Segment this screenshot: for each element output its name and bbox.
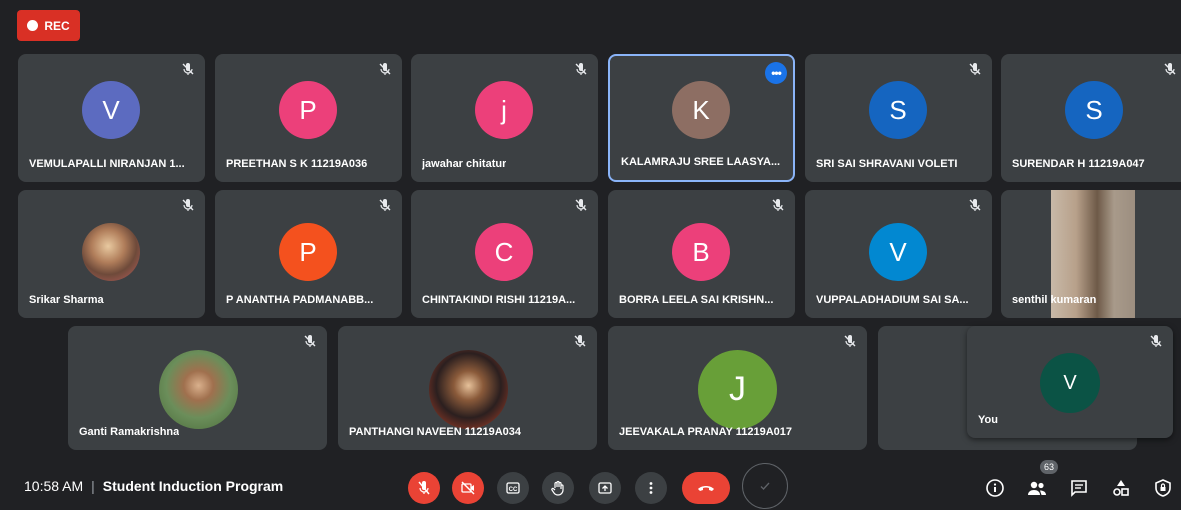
participant-tile[interactable]: S SRI SAI SHRAVANI VOLETI [805, 54, 992, 182]
mic-off-icon [571, 332, 589, 350]
participant-tile[interactable]: j jawahar chitatur [411, 54, 598, 182]
record-dot-icon [27, 20, 39, 31]
more-options-icon[interactable]: ••• [765, 62, 787, 84]
participant-name: SRI SAI SHRAVANI VOLETI [816, 158, 958, 170]
participant-tile[interactable]: S SURENDAR H 11219A047 [1001, 54, 1181, 182]
participant-photo [82, 223, 140, 281]
participant-name: PREETHAN S K 11219A036 [226, 158, 368, 170]
participant-name: CHINTAKINDI RISHI 11219A... [422, 294, 576, 306]
meeting-info: 10:58 AM | Student Induction Program [24, 478, 283, 494]
avatar: P [279, 81, 337, 139]
participant-name: senthil kumaran [1012, 294, 1097, 306]
mic-off-icon [841, 332, 859, 350]
participant-tile[interactable]: Ganti Ramakrishna [68, 326, 327, 450]
present-screen-button[interactable] [589, 472, 621, 504]
participant-name: PANTHANGI NAVEEN 11219A034 [349, 426, 521, 438]
check-icon [760, 482, 770, 490]
bottom-control-bar: 10:58 AM | Student Induction Program CC 63 [0, 458, 1181, 510]
info-icon [986, 479, 1004, 497]
captions-button[interactable]: CC [497, 472, 529, 504]
more-vert-icon [649, 482, 653, 494]
people-icon [1028, 481, 1046, 495]
participant-tile-video[interactable]: senthil kumaran [1001, 190, 1181, 318]
hang-up-icon [698, 486, 714, 491]
recording-indicator: REC [17, 10, 80, 41]
people-count-badge: 63 [1040, 460, 1058, 474]
avatar: P [279, 223, 337, 281]
activity-check-button[interactable] [742, 463, 788, 509]
participant-tile[interactable]: C CHINTAKINDI RISHI 11219A... [411, 190, 598, 318]
mic-off-icon [376, 60, 394, 78]
mic-off-icon [376, 196, 394, 214]
raise-hand-button[interactable] [542, 472, 574, 504]
avatar: S [1065, 81, 1123, 139]
host-controls-icon [1155, 479, 1171, 497]
camera-off-icon [461, 481, 475, 495]
avatar: V [869, 223, 927, 281]
avatar: V [82, 81, 140, 139]
mic-off-icon [769, 196, 787, 214]
mic-off-icon [418, 481, 430, 495]
mic-off-icon [966, 196, 984, 214]
host-controls-button[interactable] [1150, 475, 1176, 501]
participant-tile[interactable]: V VUPPALADHADIUM SAI SA... [805, 190, 992, 318]
participant-tile[interactable]: V VEMULAPALLI NIRANJAN 1... [18, 54, 205, 182]
mic-toggle-button[interactable] [408, 472, 440, 504]
participant-name: jawahar chitatur [422, 158, 507, 170]
mic-off-icon [179, 196, 197, 214]
participant-name: P ANANTHA PADMANABB... [226, 294, 374, 306]
avatar: K [672, 81, 730, 139]
participant-name: BORRA LEELA SAI KRISHN... [619, 294, 774, 306]
more-options-button[interactable] [635, 472, 667, 504]
participant-photo [159, 350, 238, 429]
participant-photo [429, 350, 508, 429]
participant-name: VEMULAPALLI NIRANJAN 1... [29, 158, 185, 170]
participant-name: Srikar Sharma [29, 294, 104, 306]
participant-tile[interactable]: J JEEVAKALA PRANAY 11219A017 [608, 326, 867, 450]
activities-button[interactable] [1108, 475, 1134, 501]
participant-tile[interactable]: PANTHANGI NAVEEN 11219A034 [338, 326, 597, 450]
leave-call-button[interactable] [682, 472, 730, 504]
avatar: j [475, 81, 533, 139]
meeting-details-button[interactable] [982, 475, 1008, 501]
participant-tile-active[interactable]: K ••• KALAMRAJU SREE LAASYA... [608, 54, 795, 182]
mic-off-icon [1161, 60, 1179, 78]
mic-off-icon [179, 60, 197, 78]
avatar: C [475, 223, 533, 281]
participant-tile[interactable]: P P ANANTHA PADMANABB... [215, 190, 402, 318]
separator: | [91, 478, 95, 494]
participant-tile[interactable]: Srikar Sharma [18, 190, 205, 318]
chat-icon [1071, 480, 1087, 497]
mic-off-icon [572, 60, 590, 78]
svg-text:CC: CC [509, 487, 518, 493]
clock-time: 10:58 AM [24, 478, 84, 494]
people-button[interactable] [1024, 475, 1050, 501]
participant-tile[interactable]: P PREETHAN S K 11219A036 [215, 54, 402, 182]
activities-icon [1113, 480, 1129, 496]
self-name: You [978, 414, 998, 426]
hand-icon [551, 480, 564, 496]
chat-button[interactable] [1066, 475, 1092, 501]
participant-name: JEEVAKALA PRANAY 11219A017 [619, 426, 793, 438]
avatar: S [869, 81, 927, 139]
participant-name: SURENDAR H 11219A047 [1012, 158, 1145, 170]
mic-off-icon [1147, 332, 1165, 350]
avatar: B [672, 223, 730, 281]
recording-label: REC [44, 18, 70, 33]
mic-off-icon [301, 332, 319, 350]
participant-name: Ganti Ramakrishna [79, 426, 180, 438]
participant-name: KALAMRAJU SREE LAASYA... [621, 156, 781, 168]
camera-toggle-button[interactable] [452, 472, 484, 504]
mic-off-icon [966, 60, 984, 78]
self-view-tile[interactable]: V You [967, 326, 1173, 438]
participant-name: VUPPALADHADIUM SAI SA... [816, 294, 969, 306]
meeting-title: Student Induction Program [102, 478, 284, 494]
avatar: V [1040, 353, 1100, 413]
present-icon [598, 482, 612, 494]
captions-icon: CC [506, 482, 520, 494]
participant-tile[interactable]: B BORRA LEELA SAI KRISHN... [608, 190, 795, 318]
mic-off-icon [572, 196, 590, 214]
avatar: J [698, 350, 777, 429]
